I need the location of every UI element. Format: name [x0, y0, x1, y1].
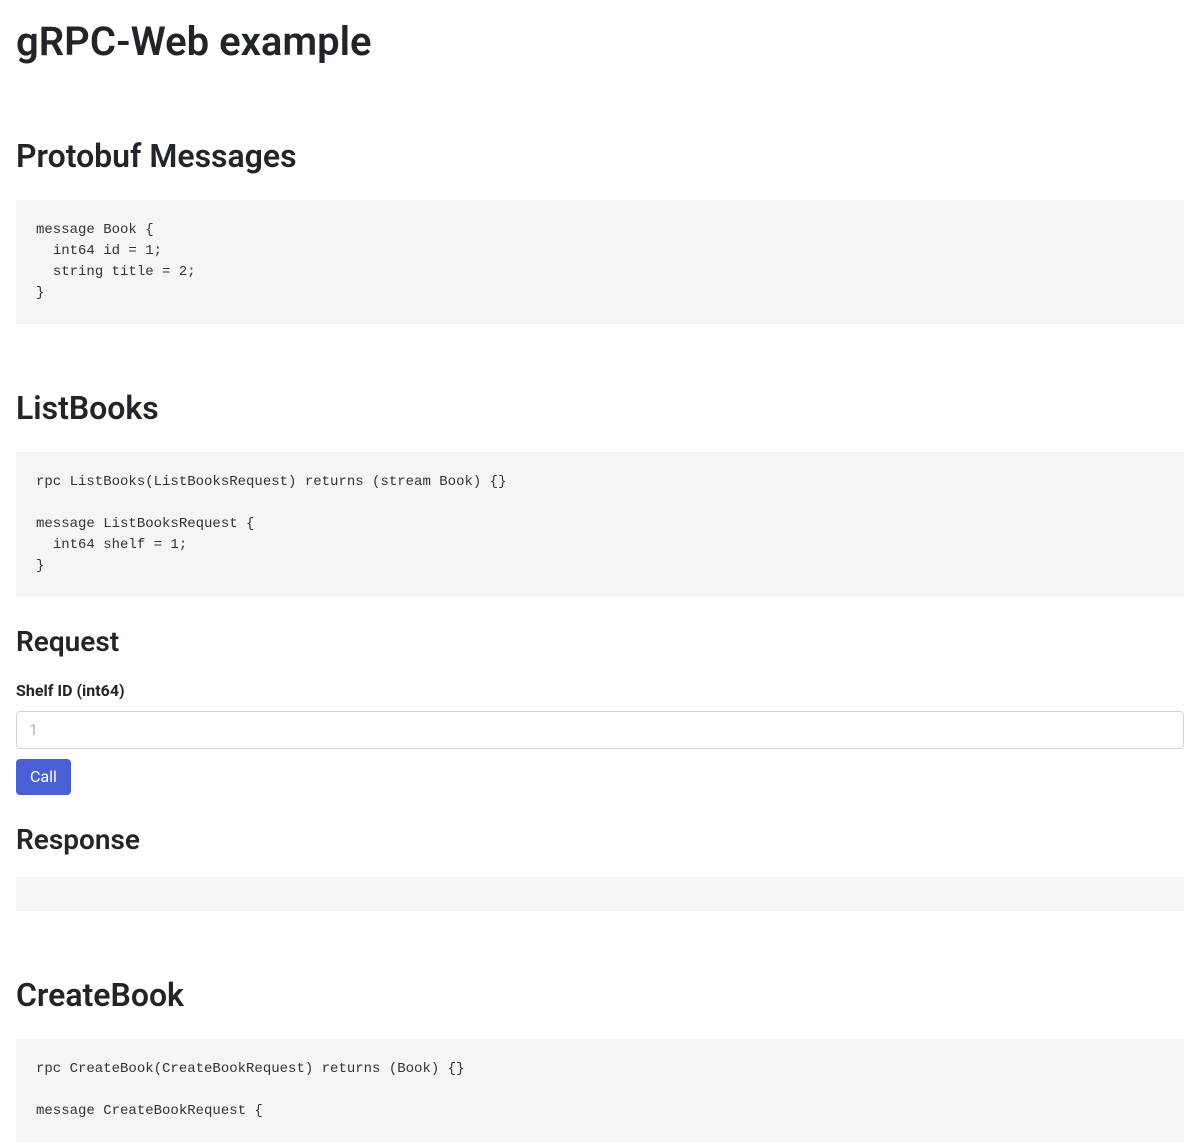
call-button[interactable]: Call — [16, 759, 71, 795]
shelf-id-label: Shelf ID (int64) — [16, 679, 1184, 703]
protobuf-code-block: message Book { int64 id = 1; string titl… — [16, 200, 1184, 324]
shelf-id-input[interactable] — [16, 711, 1184, 749]
listbooks-heading: ListBooks — [16, 384, 1184, 432]
protobuf-messages-heading: Protobuf Messages — [16, 132, 1184, 180]
listbooks-response-heading: Response — [16, 819, 1184, 861]
createbook-code-block: rpc CreateBook(CreateBookRequest) return… — [16, 1039, 1184, 1142]
listbooks-response-output — [16, 877, 1184, 911]
page-title: gRPC-Web example — [16, 12, 1184, 72]
listbooks-code-block: rpc ListBooks(ListBooksRequest) returns … — [16, 452, 1184, 597]
listbooks-request-heading: Request — [16, 621, 1184, 663]
createbook-heading: CreateBook — [16, 971, 1184, 1019]
